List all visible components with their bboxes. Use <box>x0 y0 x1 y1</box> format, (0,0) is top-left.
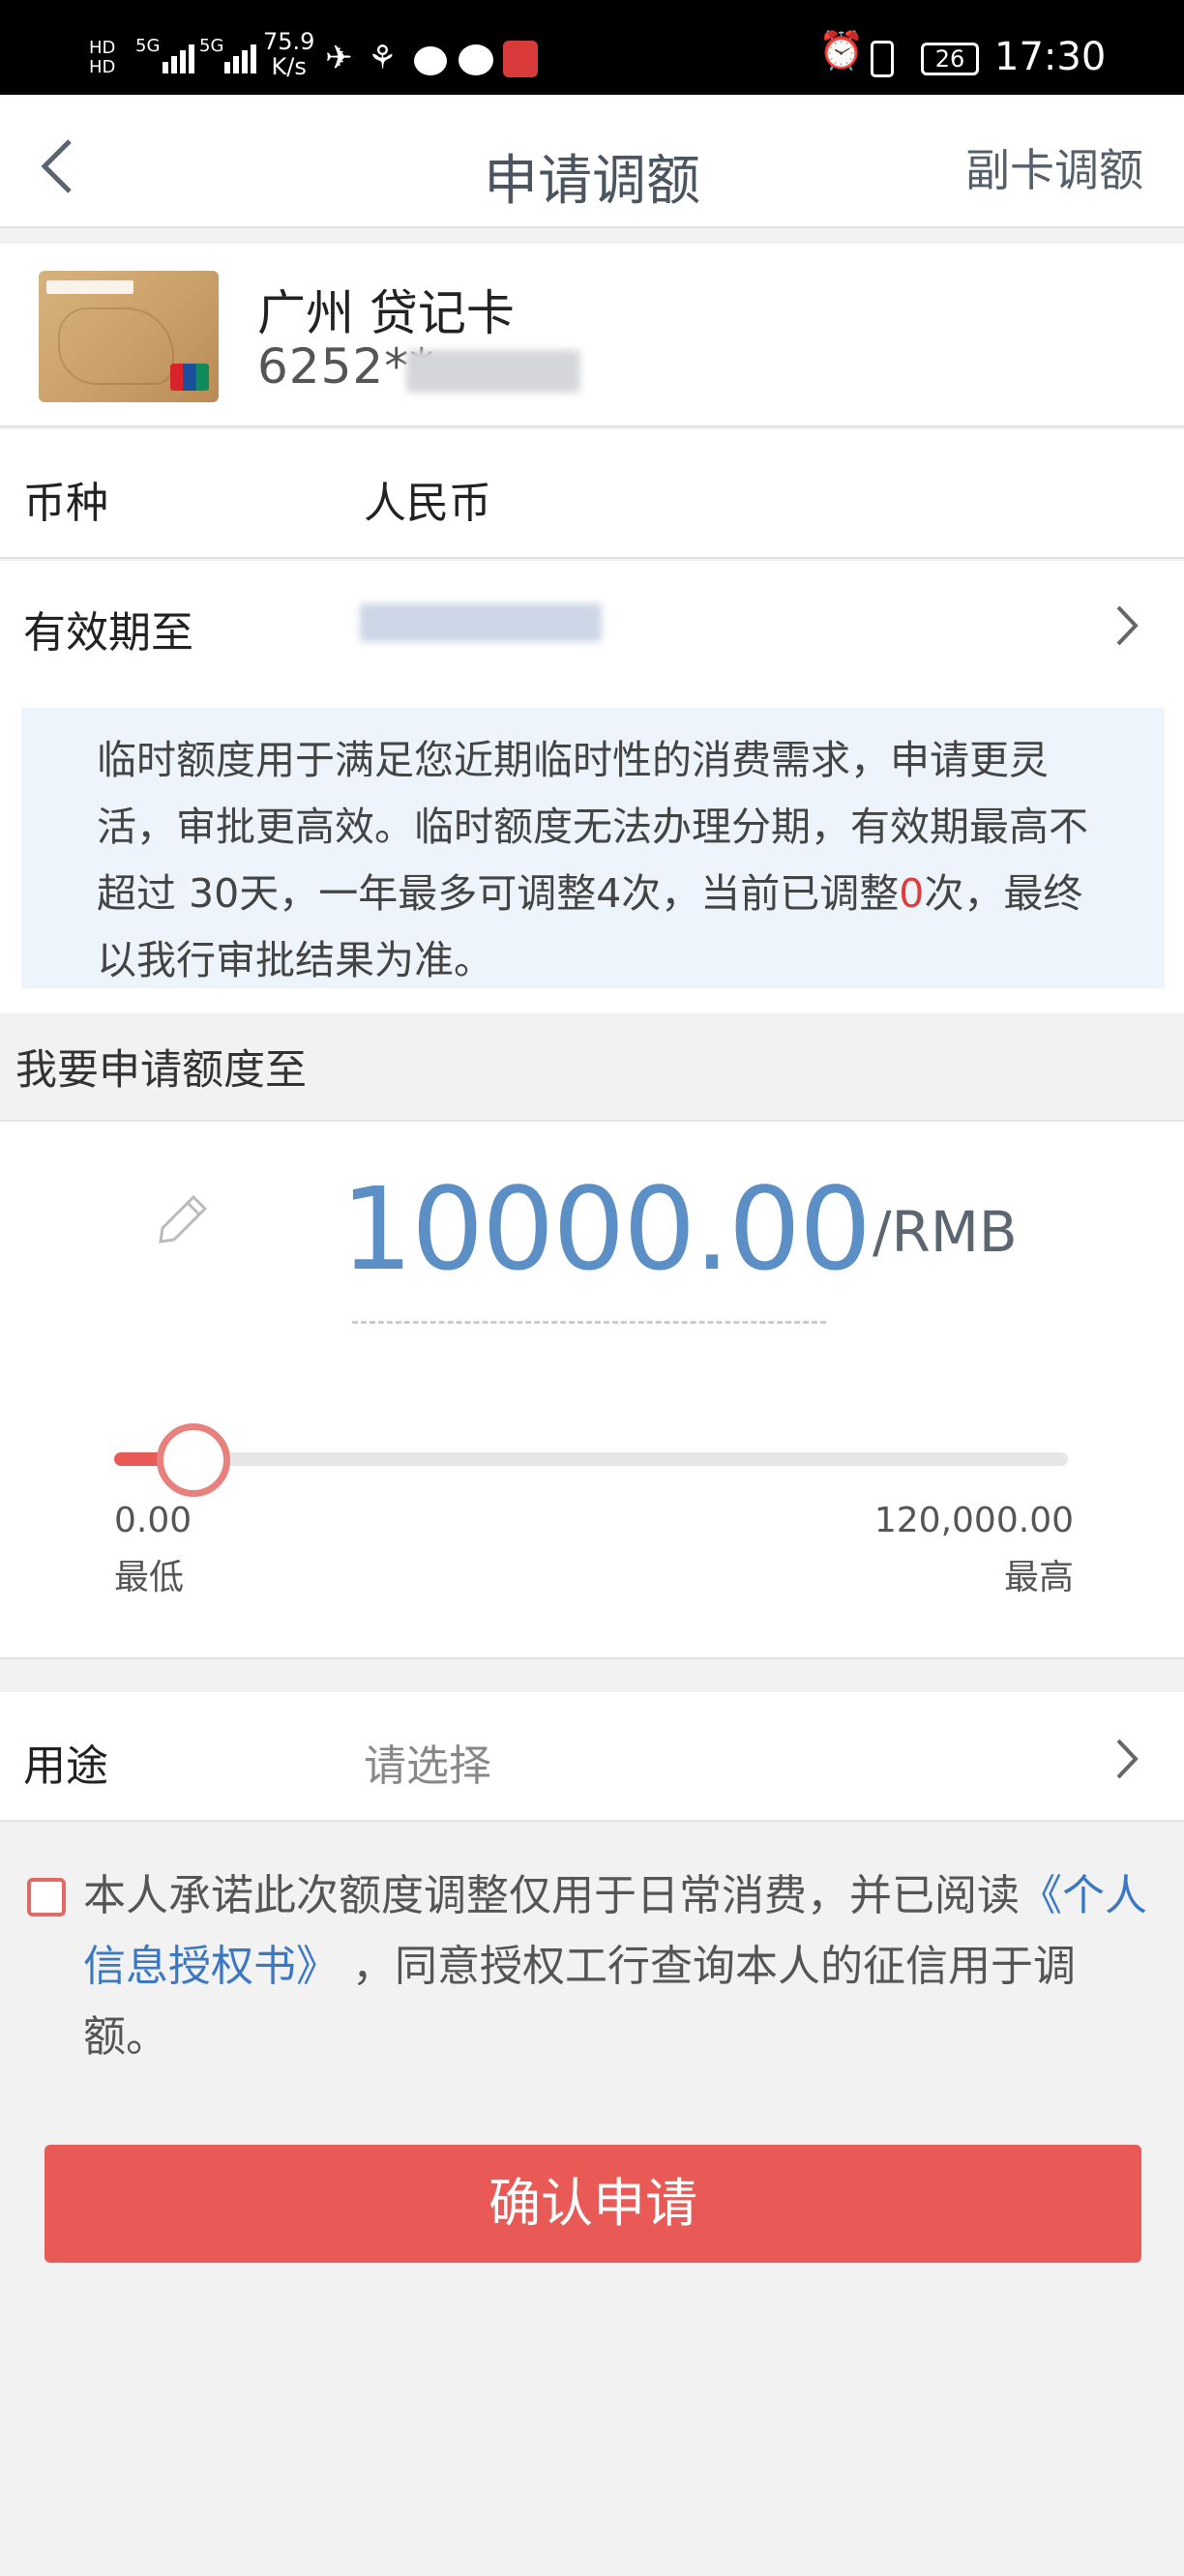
purpose-row[interactable]: 用途 请选择 <box>0 1692 1184 1822</box>
notice-section: 临时额度用于满足您近期临时性的消费需求，申请更灵活，审批更高效。临时额度无法办理… <box>0 688 1184 1013</box>
app-notification-icon: ✈ <box>325 39 353 77</box>
slider-min-label: 最低 <box>114 1558 185 1597</box>
expiry-row[interactable]: 有效期至 <box>0 561 1184 688</box>
adjust-count: 0 <box>899 870 925 917</box>
signal-bar <box>180 50 186 73</box>
signal-bar <box>251 44 256 73</box>
message-icon <box>414 46 447 75</box>
network-speed-unit: K/s <box>271 53 307 80</box>
currency-row: 币种 人民币 <box>0 429 1184 559</box>
agreement-checkbox[interactable] <box>27 1878 66 1917</box>
redacted-card-number <box>406 350 580 393</box>
vibrate-icon <box>871 41 894 77</box>
purpose-label: 用途 <box>23 1742 108 1791</box>
chevron-right-icon <box>1116 1739 1139 1779</box>
card-bank-logo <box>46 280 133 294</box>
signal-bar <box>224 62 230 73</box>
clock: 17:30 <box>994 35 1107 79</box>
signal-bar <box>242 50 248 73</box>
hd-indicator: HD HD <box>89 38 116 77</box>
amount-panel: 10000.00 /RMB 0.00 最低 120,000.00 最高 <box>0 1120 1184 1659</box>
signal-2-label: 5G <box>199 36 224 56</box>
network-speed-value: 75.9 <box>263 28 315 55</box>
redacted-expiry-date <box>360 603 602 642</box>
slider-max-label: 最高 <box>1003 1558 1074 1597</box>
notice-text: 临时额度用于满足您近期临时性的消费需求，申请更灵活，审批更高效。临时额度无法办理… <box>21 708 1165 988</box>
confirm-button[interactable]: 确认申请 <box>44 2145 1141 2263</box>
supplementary-card-adjust-link[interactable]: 副卡调额 <box>965 135 1143 199</box>
network-speed: 75.9 K/s <box>263 29 314 79</box>
bank-app-icon <box>503 41 538 77</box>
chevron-right-icon <box>1116 605 1139 646</box>
signal-bar <box>189 44 194 73</box>
section-title: 我要申请额度至 <box>15 1046 307 1095</box>
signal-bar <box>163 62 168 73</box>
amount-slider-thumb[interactable] <box>156 1423 230 1497</box>
unionpay-logo <box>170 364 209 391</box>
battery-icon: 26 <box>921 43 979 75</box>
wechat-icon <box>459 44 493 75</box>
slider-max-value: 120,000.00 <box>873 1501 1074 1540</box>
app-notification-icon: ⚘ <box>368 39 398 77</box>
amount-slider-track[interactable] <box>114 1452 1068 1466</box>
card-name: 广州 贷记卡 <box>257 285 515 341</box>
agreement-text-main: 本人承诺此次额度调整仅用于日常消费，并已阅读 <box>83 1871 1020 1920</box>
battery-level: 26 <box>934 45 965 73</box>
nav-bar: 申请调额 副卡调额 <box>0 95 1184 228</box>
currency-value: 人民币 <box>364 479 491 528</box>
signal-bar <box>171 56 177 73</box>
status-bar: HD HD 5G 5G 75.9 K/s ✈ ⚘ ⏰ 26 17:30 <box>0 0 1184 95</box>
signal-1-label: 5G <box>135 36 161 56</box>
pencil-icon[interactable] <box>155 1191 211 1247</box>
expiry-label: 有效期至 <box>23 608 193 658</box>
purpose-select[interactable]: 请选择 <box>364 1731 491 1793</box>
amount-unit: /RMB <box>873 1199 1018 1265</box>
card-info: 广州 贷记卡 6252** <box>0 244 1184 427</box>
slider-min-value: 0.00 <box>114 1501 192 1540</box>
amount-underline <box>352 1321 826 1324</box>
card-map-pattern <box>58 307 174 385</box>
amount-input[interactable]: 10000.00 <box>340 1162 872 1296</box>
currency-label: 币种 <box>23 479 108 528</box>
alarm-icon: ⏰ <box>818 29 865 72</box>
card-image <box>39 271 219 402</box>
agreement-text: 本人承诺此次额度调整仅用于日常消费，并已阅读《个人信息授权书》 ，同意授权工行查… <box>83 1860 1147 2072</box>
signal-bar <box>233 56 239 73</box>
